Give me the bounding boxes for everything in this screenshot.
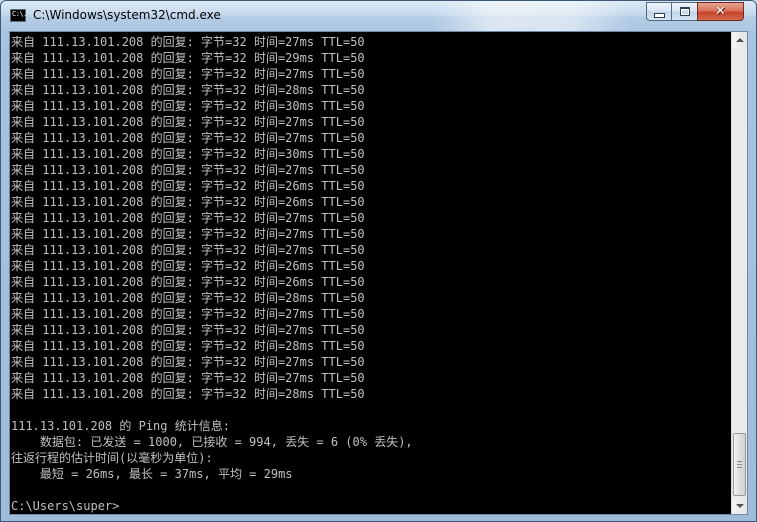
close-icon: ✕ [715, 4, 726, 19]
console-line: 来自 111.13.101.208 的回复: 字节=32 时间=27ms TTL… [11, 163, 365, 177]
console-line: C:\Users\super> [11, 499, 120, 513]
console-line: 来自 111.13.101.208 的回复: 字节=32 时间=27ms TTL… [11, 67, 365, 81]
console-line: 来自 111.13.101.208 的回复: 字节=32 时间=27ms TTL… [11, 307, 365, 321]
cmd-app-icon[interactable]: C:\. [10, 9, 27, 22]
console-line: 来自 111.13.101.208 的回复: 字节=32 时间=27ms TTL… [11, 227, 365, 241]
maximize-button[interactable] [671, 2, 698, 21]
console-line: 来自 111.13.101.208 的回复: 字节=32 时间=27ms TTL… [11, 115, 365, 129]
scroll-up-arrow-icon [735, 38, 744, 42]
console-line: 最短 = 26ms, 最长 = 37ms, 平均 = 29ms [11, 467, 293, 481]
console-line: 来自 111.13.101.208 的回复: 字节=32 时间=27ms TTL… [11, 35, 365, 49]
cmd-app-icon-glyph: C:\. [12, 10, 27, 18]
console-line: 来自 111.13.101.208 的回复: 字节=32 时间=26ms TTL… [11, 259, 365, 273]
console-line: 来自 111.13.101.208 的回复: 字节=32 时间=27ms TTL… [11, 243, 365, 257]
console-line: 来自 111.13.101.208 的回复: 字节=32 时间=26ms TTL… [11, 275, 365, 289]
cmd-window: C:\. C:\Windows\system32\cmd.exe ✕ 来自 11… [0, 0, 757, 522]
scroll-up-button[interactable] [732, 32, 747, 48]
thumb-grip-line [737, 467, 742, 468]
scroll-down-arrow-icon [735, 504, 744, 508]
scroll-down-button[interactable] [732, 498, 747, 514]
title-bar[interactable]: C:\. C:\Windows\system32\cmd.exe ✕ [1, 1, 756, 31]
scrollbar-thumb[interactable] [733, 433, 746, 496]
minimize-button[interactable] [646, 2, 672, 21]
console-line: 来自 111.13.101.208 的回复: 字节=32 时间=28ms TTL… [11, 83, 365, 97]
console-line: 来自 111.13.101.208 的回复: 字节=32 时间=27ms TTL… [11, 371, 365, 385]
title-bar-glass [431, 1, 631, 31]
maximize-icon [679, 7, 690, 16]
minimize-icon [653, 12, 665, 18]
console-line: 来自 111.13.101.208 的回复: 字节=32 时间=26ms TTL… [11, 195, 365, 209]
console-line: 来自 111.13.101.208 的回复: 字节=32 时间=27ms TTL… [11, 211, 365, 225]
console-client-area: 来自 111.13.101.208 的回复: 字节=32 时间=27ms TTL… [9, 31, 748, 515]
console-line: 来自 111.13.101.208 的回复: 字节=32 时间=28ms TTL… [11, 291, 365, 305]
console-line: 数据包: 已发送 = 1000, 已接收 = 994, 丢失 = 6 (0% 丢… [11, 435, 413, 449]
console-line: 来自 111.13.101.208 的回复: 字节=32 时间=27ms TTL… [11, 131, 365, 145]
thumb-grip-line [737, 461, 742, 462]
console-line: 往返行程的估计时间(以毫秒为单位): [11, 451, 213, 465]
console-line: 111.13.101.208 的 Ping 统计信息: [11, 419, 230, 433]
console-line: 来自 111.13.101.208 的回复: 字节=32 时间=27ms TTL… [11, 323, 365, 337]
console-output[interactable]: 来自 111.13.101.208 的回复: 字节=32 时间=27ms TTL… [10, 32, 731, 514]
console-line: 来自 111.13.101.208 的回复: 字节=32 时间=30ms TTL… [11, 99, 365, 113]
close-button[interactable]: ✕ [697, 2, 744, 21]
window-title: C:\Windows\system32\cmd.exe [33, 8, 221, 22]
console-line: 来自 111.13.101.208 的回复: 字节=32 时间=28ms TTL… [11, 387, 365, 401]
thumb-grip-line [737, 464, 742, 465]
console-line: 来自 111.13.101.208 的回复: 字节=32 时间=28ms TTL… [11, 339, 365, 353]
console-line: 来自 111.13.101.208 的回复: 字节=32 时间=29ms TTL… [11, 51, 365, 65]
vertical-scrollbar[interactable] [731, 32, 747, 514]
console-line: 来自 111.13.101.208 的回复: 字节=32 时间=27ms TTL… [11, 355, 365, 369]
console-line: 来自 111.13.101.208 的回复: 字节=32 时间=26ms TTL… [11, 179, 365, 193]
console-line: 来自 111.13.101.208 的回复: 字节=32 时间=30ms TTL… [11, 147, 365, 161]
